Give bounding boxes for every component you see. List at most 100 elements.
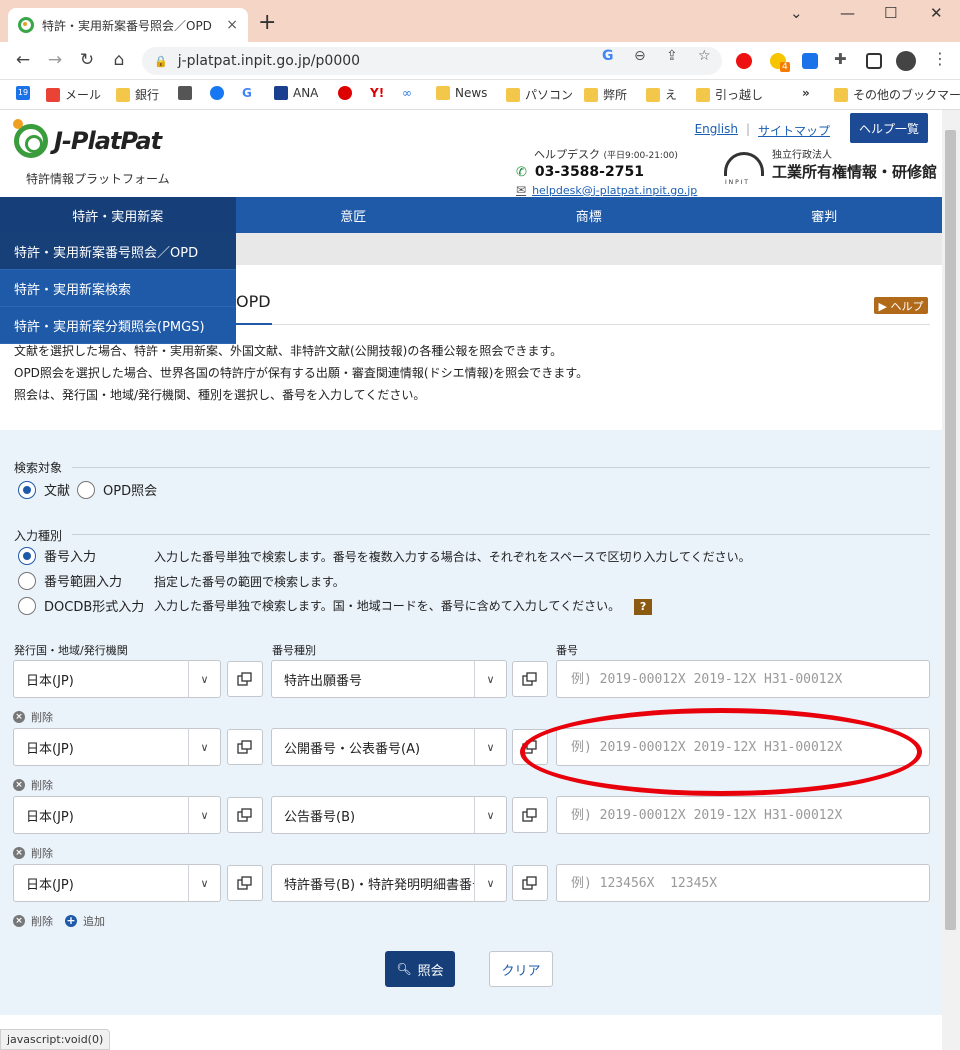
back-arrow-icon[interactable]: ← (12, 50, 34, 70)
bookmark-bank[interactable]: 銀行 (116, 86, 159, 103)
number-type-select[interactable]: 特許出願番号 ∨ (271, 660, 507, 698)
new-tab-icon[interactable]: + (258, 10, 276, 35)
extensions-puzzle-icon[interactable]: ✚ (834, 50, 847, 68)
side-panel-icon[interactable] (866, 53, 882, 69)
help-list-button[interactable]: ヘルプ一覧 (850, 113, 928, 143)
target-option-document[interactable]: 文献 (18, 480, 70, 499)
inpit-logo-icon (724, 152, 764, 186)
copy-row-button[interactable] (227, 661, 263, 697)
copy-row-button[interactable] (512, 661, 548, 697)
jplatpat-favicon-icon (18, 17, 34, 33)
number-type-select[interactable]: 特許番号(B)・特許発明明細書番号(C)∨ (271, 864, 507, 902)
close-window-button[interactable]: ✕ (930, 4, 943, 22)
clear-button[interactable]: クリア (489, 951, 553, 987)
radio-selected-icon[interactable] (18, 546, 36, 565)
bookmark-mail[interactable]: メール (46, 86, 101, 103)
number-input[interactable] (556, 660, 930, 698)
copy-row-button[interactable] (227, 797, 263, 833)
delete-row-button[interactable]: × 削除 (13, 845, 53, 861)
english-link[interactable]: English (687, 122, 746, 139)
nav-trial[interactable]: 審判 (707, 197, 943, 233)
country-select[interactable]: 日本(JP) ∨ (13, 728, 221, 766)
bookmark-e[interactable]: え (646, 86, 677, 103)
dropdown-item-number-lookup[interactable]: 特許・実用新案番号照会／OPD (0, 233, 236, 270)
delete-row-button[interactable]: 削除 (31, 913, 53, 929)
number-type-select[interactable]: 公開番号・公表番号(A) ∨ (271, 728, 507, 766)
dropdown-item-pmgs[interactable]: 特許・実用新案分類照会(PMGS) (0, 307, 236, 344)
country-select[interactable]: 日本(JP) ∨ (13, 660, 221, 698)
number-type-select[interactable]: 公告番号(B) ∨ (271, 796, 507, 834)
translate-extension-icon[interactable] (802, 53, 818, 69)
copy-row-button[interactable] (512, 865, 548, 901)
tab-search-chevron-icon[interactable]: ⌄ (790, 4, 803, 22)
maximize-button[interactable]: ☐ (884, 4, 897, 22)
delete-row-button[interactable]: × 削除 (13, 709, 53, 725)
helpdesk-email-link[interactable]: helpdesk@j-platpat.inpit.go.jp (532, 184, 697, 197)
dropdown-item-search[interactable]: 特許・実用新案検索 (0, 270, 236, 307)
number-input[interactable] (556, 864, 930, 902)
country-select[interactable]: 日本(JP) ∨ (13, 864, 221, 902)
calendar-bookmark-icon[interactable]: 19 (16, 86, 35, 100)
share-icon[interactable]: ⇪ (666, 48, 678, 64)
adblock-extension-icon[interactable] (736, 53, 752, 69)
search-button[interactable]: 🔍︎ 照会 (385, 951, 455, 987)
radio-selected-icon[interactable] (18, 480, 36, 499)
bookmark-moving[interactable]: 引っ越し (696, 86, 763, 103)
radio-icon[interactable] (18, 596, 36, 615)
page-scrollbar-thumb[interactable] (945, 130, 956, 930)
jal-bookmark-icon[interactable] (338, 86, 357, 100)
zoom-icon[interactable]: ⊖ (634, 48, 646, 64)
input-type-range[interactable]: 番号範囲入力 (18, 571, 122, 590)
nav-trademark[interactable]: 商標 (471, 197, 707, 233)
bookmarks-overflow[interactable]: » (802, 86, 810, 100)
copy-row-button[interactable] (512, 729, 548, 765)
nav-patent-utility[interactable]: 特許・実用新案 (0, 197, 236, 233)
minimize-button[interactable]: — (840, 4, 855, 22)
help-button[interactable]: ▶ ヘルプ (874, 297, 928, 314)
browser-tab[interactable]: 特許・実用新案番号照会／OPD × (8, 8, 248, 42)
inpit-logo[interactable]: 独立行政法人 工業所有権情報・研修館 (724, 146, 937, 186)
reload-icon[interactable]: ↻ (76, 50, 98, 70)
browser-menu-icon[interactable]: ⋮ (932, 49, 948, 68)
bookmark-pc[interactable]: パソコン (506, 86, 573, 103)
facebook-bookmark-icon[interactable] (210, 86, 229, 100)
bookmark-star-icon[interactable]: ☆ (698, 48, 711, 64)
sitemap-link[interactable]: サイトマップ (750, 122, 838, 139)
infinity-bookmark-icon[interactable]: ∞ (402, 86, 412, 100)
search-target-label: 検索対象 (14, 461, 63, 475)
bookmark-news[interactable]: News (436, 86, 487, 100)
copy-row-button[interactable] (227, 865, 263, 901)
number-input[interactable] (556, 796, 930, 834)
home-icon[interactable]: ⌂ (108, 50, 130, 70)
url-text: j-platpat.inpit.go.jp/p0000 (177, 53, 361, 69)
google-bookmark-icon[interactable]: G (242, 86, 252, 100)
header-links: English | サイトマップ (687, 122, 838, 139)
bookmark-office[interactable]: 弊所 (584, 86, 627, 103)
radio-icon[interactable] (77, 480, 95, 499)
add-plus-icon[interactable]: + (65, 915, 77, 927)
copy-row-button[interactable] (227, 729, 263, 765)
copy-row-button[interactable] (512, 797, 548, 833)
jplatpat-logo[interactable]: J-PlatPat (13, 119, 162, 158)
nav-design[interactable]: 意匠 (236, 197, 472, 233)
input-type-number[interactable]: 番号入力 (18, 546, 96, 565)
add-row-button[interactable]: 追加 (83, 913, 105, 929)
bookmark-ana[interactable]: ANA (274, 86, 318, 100)
forward-arrow-icon[interactable]: → (44, 50, 66, 70)
bookmark-site-icon-1[interactable] (178, 86, 197, 100)
profile-avatar[interactable] (896, 51, 916, 71)
help-question-icon[interactable]: ? (634, 599, 653, 615)
page-title: OPD (236, 292, 271, 311)
delete-x-icon[interactable]: × (13, 915, 25, 927)
target-option-opd[interactable]: OPD照会 (77, 480, 157, 499)
number-input[interactable] (556, 728, 930, 766)
copy-icon (522, 808, 537, 822)
bookmark-other[interactable]: その他のブックマーク (834, 86, 960, 103)
yahoo-bookmark-icon[interactable]: Y! (370, 86, 384, 100)
delete-row-button[interactable]: × 削除 (13, 777, 53, 793)
input-type-docdb[interactable]: DOCDB形式入力 (18, 596, 144, 615)
radio-icon[interactable] (18, 571, 36, 590)
google-translate-icon[interactable]: G (602, 48, 614, 64)
country-select[interactable]: 日本(JP) ∨ (13, 796, 221, 834)
tab-close-icon[interactable]: × (226, 17, 238, 33)
